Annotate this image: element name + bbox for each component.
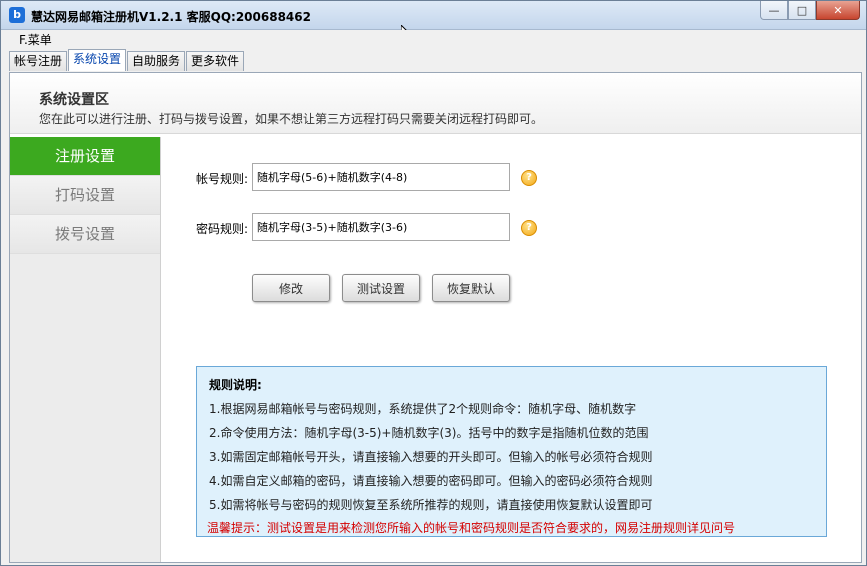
account-rule-input[interactable] [252, 163, 510, 191]
sidebar-item-captcha-settings[interactable]: 打码设置 [10, 176, 160, 215]
account-rule-label: 帐号规则: [196, 172, 249, 186]
rules-info-box: 规则说明: 1.根据网易邮箱帐号与密码规则，系统提供了2个规则命令：随机字母、随… [196, 366, 827, 537]
settings-panel: 系统设置区 您在此可以进行注册、打码与拨号设置，如果不想让第三方远程打码只需要关… [9, 72, 862, 563]
modify-button[interactable]: 修改 [252, 274, 330, 302]
close-button[interactable]: ✕ [816, 1, 860, 20]
sidebar-item-register-settings[interactable]: 注册设置 [10, 137, 160, 176]
window-controls: — □ ✕ [760, 1, 860, 21]
settings-header: 系统设置区 您在此可以进行注册、打码与拨号设置，如果不想让第三方远程打码只需要关… [10, 73, 861, 134]
restore-defaults-button[interactable]: 恢复默认 [432, 274, 510, 302]
test-settings-button[interactable]: 测试设置 [342, 274, 420, 302]
menu-bar: F.菜单 [1, 30, 866, 48]
rules-info-line: 5.如需将帐号与密码的规则恢复至系统所推荐的规则，请直接使用恢复默认设置即可 [209, 498, 653, 512]
page-description: 您在此可以进行注册、打码与拨号设置，如果不想让第三方远程打码只需要关闭远程打码即… [39, 112, 544, 126]
sidebar-item-dialup-settings[interactable]: 拨号设置 [10, 215, 160, 254]
settings-sidebar: 注册设置 打码设置 拨号设置 [10, 137, 161, 562]
app-window: b 慧达网易邮箱注册机V1.2.1 客服QQ:200688462 — □ ✕ F… [0, 0, 867, 566]
tab-system-settings[interactable]: 系统设置 [68, 49, 127, 71]
tab-account-register[interactable]: 帐号注册 [9, 51, 68, 71]
rules-info-line: 1.根据网易邮箱帐号与密码规则，系统提供了2个规则命令：随机字母、随机数字 [209, 402, 637, 416]
tab-more-software[interactable]: 更多软件 [186, 51, 245, 71]
password-rule-label: 密码规则: [196, 222, 249, 236]
account-rule-help-icon[interactable]: ? [521, 170, 537, 186]
app-logo-icon: b [9, 7, 25, 23]
warm-tip-text: 温馨提示：测试设置是用来检测您所输入的帐号和密码规则是否符合要求的，网易注册规则… [207, 521, 736, 535]
rules-info-title: 规则说明: [209, 378, 262, 392]
rules-info-line: 3.如需固定邮箱帐号开头，请直接输入想要的开头即可。但输入的帐号必须符合规则 [209, 450, 653, 464]
window-title: 慧达网易邮箱注册机V1.2.1 客服QQ:200688462 [31, 10, 311, 24]
tab-self-service[interactable]: 自助服务 [127, 51, 186, 71]
tab-strip: 帐号注册 系统设置 自助服务 更多软件 [9, 49, 245, 72]
page-title: 系统设置区 [39, 92, 109, 108]
maximize-button[interactable]: □ [788, 1, 816, 20]
rules-info-line: 2.命令使用方法：随机字母(3-5)+随机数字(3)。括号中的数字是指随机位数的… [209, 426, 649, 440]
minimize-button[interactable]: — [760, 1, 788, 20]
file-menu[interactable]: F.菜单 [19, 31, 52, 48]
password-rule-input[interactable] [252, 213, 510, 241]
title-bar[interactable]: b 慧达网易邮箱注册机V1.2.1 客服QQ:200688462 — □ ✕ [1, 1, 866, 30]
password-rule-help-icon[interactable]: ? [521, 220, 537, 236]
rules-info-line: 4.如需自定义邮箱的密码，请直接输入想要的密码即可。但输入的密码必须符合规则 [209, 474, 653, 488]
register-settings-content: 帐号规则: ? 密码规则: ? 修改 测试设置 恢复默认 规则说明: 1.根据网… [161, 137, 861, 562]
